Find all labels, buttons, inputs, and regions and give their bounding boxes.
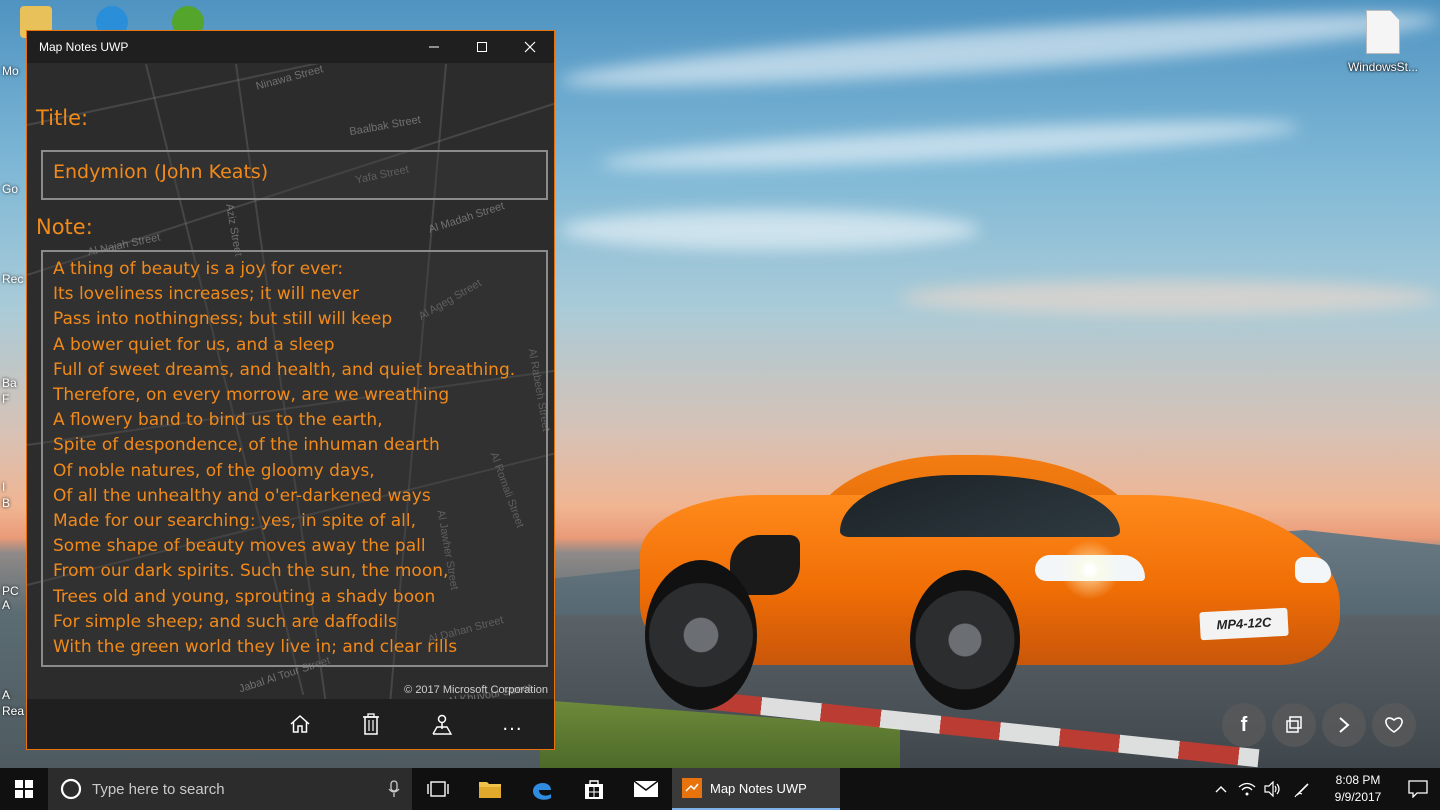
map-street-label: Baalbak Street: [348, 113, 422, 139]
clock-date: 9/9/2017: [1334, 790, 1382, 804]
command-bar: ...: [27, 699, 554, 749]
wallpaper-action-buttons: f: [1222, 703, 1416, 747]
more-icon: ...: [502, 713, 523, 735]
task-view-button[interactable]: [412, 768, 464, 810]
note-line: Full of sweet dreams, and health, and qu…: [53, 359, 516, 380]
store-icon: [585, 780, 603, 799]
desktop-icon-file[interactable]: WindowsSt...: [1344, 10, 1422, 74]
note-line: A flowery band to bind us to the earth,: [53, 410, 383, 431]
edge-icon: [533, 782, 551, 800]
maximize-button[interactable]: [458, 31, 506, 63]
window-titlebar[interactable]: Map Notes UWP: [27, 31, 554, 63]
map-pin-button[interactable]: [406, 699, 477, 749]
close-icon: [524, 41, 536, 53]
desktop-label[interactable]: I: [2, 480, 5, 494]
volume-icon[interactable]: [1260, 781, 1286, 797]
title-input[interactable]: Endymion (John Keats): [41, 150, 548, 200]
note-line: Spite of despondence, of the inhuman dea…: [53, 435, 440, 456]
start-button[interactable]: [0, 768, 48, 810]
file-icon: [1366, 10, 1400, 54]
note-textarea[interactable]: A thing of beauty is a joy for ever: Its…: [41, 250, 548, 667]
store-button[interactable]: [568, 768, 620, 810]
chevron-up-icon[interactable]: [1208, 785, 1234, 793]
note-line: With the green world they live in; and c…: [53, 637, 458, 658]
close-button[interactable]: [506, 31, 554, 63]
desktop-label[interactable]: Rec: [2, 272, 23, 286]
minimize-button[interactable]: [410, 31, 458, 63]
windows-logo-icon: [15, 780, 33, 798]
note-line: From our dark spirits. Such the sun, the…: [53, 561, 449, 582]
home-icon: [290, 714, 309, 733]
desktop-icon-column: Mo Go Rec Ba F I B PC A A Rea: [0, 30, 26, 730]
maximize-icon: [477, 42, 487, 52]
search-box[interactable]: Type here to search: [48, 768, 412, 810]
task-view-icon: [427, 781, 449, 797]
sports-car: MP4-12C: [640, 455, 1340, 710]
wifi-icon[interactable]: [1234, 781, 1260, 797]
heart-icon[interactable]: [1372, 703, 1416, 747]
desktop-label[interactable]: Rea: [2, 704, 24, 718]
title-label: Title:: [36, 106, 89, 130]
note-line: Its loveliness increases; it will never: [53, 284, 360, 305]
minimize-icon: [429, 46, 439, 48]
note-line: Of noble natures, of the gloomy days,: [53, 460, 375, 481]
taskbar-app-map-notes[interactable]: Map Notes UWP: [672, 768, 840, 810]
desktop-icon-file-label: WindowsSt...: [1347, 60, 1419, 74]
map-copyright: © 2017 Microsoft Corporation: [404, 684, 548, 696]
edge-button[interactable]: [516, 768, 568, 810]
note-line: Therefore, on every morrow, are we wreat…: [53, 385, 450, 406]
action-center-button[interactable]: [1396, 780, 1440, 798]
notification-icon: [1408, 780, 1428, 798]
desktop-label[interactable]: Mo: [2, 64, 19, 78]
window-title: Map Notes UWP: [39, 40, 129, 54]
car-plate: MP4-12C: [1199, 607, 1289, 641]
car-wheel-front: [645, 560, 757, 710]
clock-time: 8:08 PM: [1335, 773, 1381, 787]
delete-icon: [362, 713, 379, 735]
map-street-label: Al Madah Street: [427, 200, 506, 236]
next-icon[interactable]: [1322, 703, 1366, 747]
system-tray: 8:08 PM 9/9/2017: [1208, 768, 1440, 810]
delete-button[interactable]: [335, 699, 406, 749]
note-line: Of all the unhealthy and o'er-darkened w…: [53, 485, 431, 506]
pen-workspace-icon[interactable]: [1286, 780, 1320, 798]
note-line: Some shape of beauty moves away the pall: [53, 536, 426, 557]
copy-icon[interactable]: [1272, 703, 1316, 747]
car-wheel-rear: [910, 570, 1020, 710]
mail-icon: [633, 780, 659, 797]
map-background[interactable]: Ninawa Street Baalbak Street Yafa Street…: [27, 64, 554, 700]
note-label: Note:: [36, 215, 93, 239]
clock[interactable]: 8:08 PM 9/9/2017: [1320, 772, 1396, 806]
map-pin-icon: [431, 714, 452, 735]
desktop-label[interactable]: A: [2, 688, 10, 702]
more-button[interactable]: ...: [477, 699, 548, 749]
note-line: A thing of beauty is a joy for ever:: [53, 259, 344, 279]
note-line: Trees old and young, sprouting a shady b…: [53, 586, 436, 607]
file-explorer-button[interactable]: [464, 768, 516, 810]
desktop-label[interactable]: Go: [2, 182, 18, 196]
note-line: Made for our searching: yes, in spite of…: [53, 511, 417, 532]
desktop-label[interactable]: F: [2, 392, 9, 406]
map-notes-app-icon: [682, 778, 702, 798]
folder-icon: [479, 782, 501, 798]
taskbar: Type here to search Map Notes UWP 8:08 P…: [0, 768, 1440, 810]
taskbar-app-name: Map Notes UWP: [710, 780, 807, 796]
app-window: Map Notes UWP Ninawa Street Baalbak Stre…: [26, 30, 555, 750]
microphone-icon[interactable]: [388, 780, 400, 798]
cortana-icon: [60, 778, 82, 800]
note-line: A bower quiet for us, and a sleep: [53, 334, 335, 355]
desktop-label[interactable]: PC A: [2, 584, 26, 612]
mail-button[interactable]: [620, 768, 672, 810]
home-button[interactable]: [264, 699, 335, 749]
search-placeholder: Type here to search: [92, 780, 225, 798]
desktop-label[interactable]: B: [2, 496, 10, 510]
facebook-icon[interactable]: f: [1222, 703, 1266, 747]
desktop-label[interactable]: Ba: [2, 376, 17, 390]
note-line: For simple sheep; and such are daffodils: [53, 611, 397, 632]
note-line: Pass into nothingness; but still will ke…: [53, 309, 393, 330]
